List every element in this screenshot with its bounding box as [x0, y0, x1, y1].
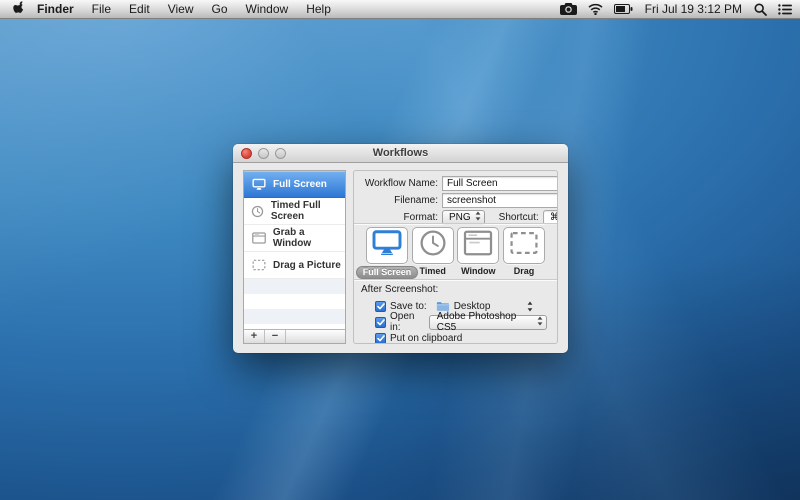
display-icon	[372, 230, 402, 261]
minimize-button	[258, 148, 269, 159]
workflow-detail-panel: Workflow Name: Filename: Format:	[353, 170, 558, 344]
workflow-item-label: Full Screen	[273, 179, 327, 190]
workflow-item-timed-full-screen[interactable]: Timed Full Screen	[244, 198, 345, 225]
menu-view[interactable]: View	[159, 0, 203, 18]
mode-label: Drag	[514, 266, 535, 276]
workflow-list: Full Screen Timed Full Screen Grab a Win…	[243, 170, 346, 344]
open-in-label: Open in:	[390, 311, 424, 333]
display-icon	[251, 178, 267, 191]
workflow-item-drag-a-picture[interactable]: Drag a Picture	[244, 252, 345, 279]
after-screenshot-section: After Screenshot: Save to: Desktop	[354, 280, 557, 344]
capture-mode-section: Full Screen Timed	[354, 224, 557, 279]
spotlight-icon[interactable]	[754, 3, 767, 16]
open-in-checkbox[interactable]	[375, 317, 386, 328]
workflow-item-label: Grab a Window	[273, 227, 345, 249]
mode-label: Full Screen	[356, 266, 419, 279]
mode-window[interactable]: Window	[457, 227, 499, 279]
workflow-item-grab-a-window[interactable]: Grab a Window	[244, 225, 345, 252]
clock-icon	[419, 229, 447, 262]
save-to-value[interactable]: Desktop	[454, 301, 491, 312]
apple-logo-icon	[13, 0, 26, 18]
save-to-popup-arrows-icon[interactable]	[527, 301, 533, 312]
mode-label: Window	[461, 266, 495, 276]
open-in-popup[interactable]: Adobe Photoshop CS5	[429, 315, 547, 330]
desktop-wallpaper: Finder File Edit View Go Window Help Fri…	[0, 0, 800, 500]
list-footer: + −	[244, 329, 345, 343]
mode-drag[interactable]: Drag	[503, 227, 545, 279]
workflows-window: Workflows Full Screen Timed Full Screen	[233, 144, 568, 353]
window-titlebar[interactable]: Workflows	[233, 144, 568, 163]
notification-center-icon[interactable]	[778, 4, 792, 15]
window-icon	[463, 230, 493, 261]
clipboard-label: Put on clipboard	[390, 333, 462, 344]
wifi-icon[interactable]	[588, 3, 603, 15]
menu-bar: Finder File Edit View Go Window Help Fri…	[0, 0, 800, 19]
zoom-button	[275, 148, 286, 159]
menu-go[interactable]: Go	[203, 0, 237, 18]
window-icon	[251, 232, 267, 244]
menu-edit[interactable]: Edit	[120, 0, 159, 18]
open-in-row: Open in: Adobe Photoshop CS5	[361, 314, 547, 330]
empty-list-area	[244, 279, 345, 329]
workflow-name-input[interactable]	[442, 176, 558, 191]
selection-icon	[509, 231, 539, 260]
menu-window[interactable]: Window	[237, 0, 298, 18]
format-value: PNG	[449, 212, 471, 223]
mode-timed[interactable]: Timed	[412, 227, 454, 279]
apple-menu[interactable]	[8, 0, 30, 18]
folder-icon	[436, 301, 450, 312]
filename-label: Filename:	[354, 195, 438, 206]
save-to-label: Save to:	[390, 301, 427, 312]
workflow-item-full-screen[interactable]: Full Screen	[244, 171, 345, 198]
workflow-name-label: Workflow Name:	[354, 178, 438, 189]
clipboard-checkbox[interactable]	[375, 333, 386, 344]
menu-file[interactable]: File	[83, 0, 120, 18]
remove-workflow-button[interactable]: −	[265, 330, 286, 343]
shortcut-value: ⌘B	[550, 212, 558, 223]
filename-input[interactable]	[442, 193, 558, 208]
workflow-item-label: Drag a Picture	[273, 260, 341, 271]
shortcut-label: Shortcut:	[499, 212, 539, 223]
clock-icon	[251, 205, 265, 218]
popup-arrows-icon	[537, 316, 543, 329]
workflow-item-label: Timed Full Screen	[271, 200, 345, 222]
open-in-value: Adobe Photoshop CS5	[437, 311, 531, 333]
menu-clock[interactable]: Fri Jul 19 3:12 PM	[644, 2, 743, 16]
format-label: Format:	[354, 212, 438, 223]
camera-icon[interactable]	[560, 3, 577, 15]
save-to-checkbox[interactable]	[375, 301, 386, 312]
selection-icon	[251, 259, 267, 271]
after-screenshot-heading: After Screenshot:	[361, 284, 547, 295]
menu-help[interactable]: Help	[297, 0, 340, 18]
battery-icon[interactable]	[614, 4, 633, 14]
mode-full-screen[interactable]: Full Screen	[366, 227, 408, 279]
close-button[interactable]	[241, 148, 252, 159]
fields-section: Workflow Name: Filename: Format:	[354, 171, 557, 223]
menu-finder[interactable]: Finder	[30, 0, 83, 18]
add-workflow-button[interactable]: +	[244, 330, 265, 343]
mode-label: Timed	[419, 266, 445, 276]
